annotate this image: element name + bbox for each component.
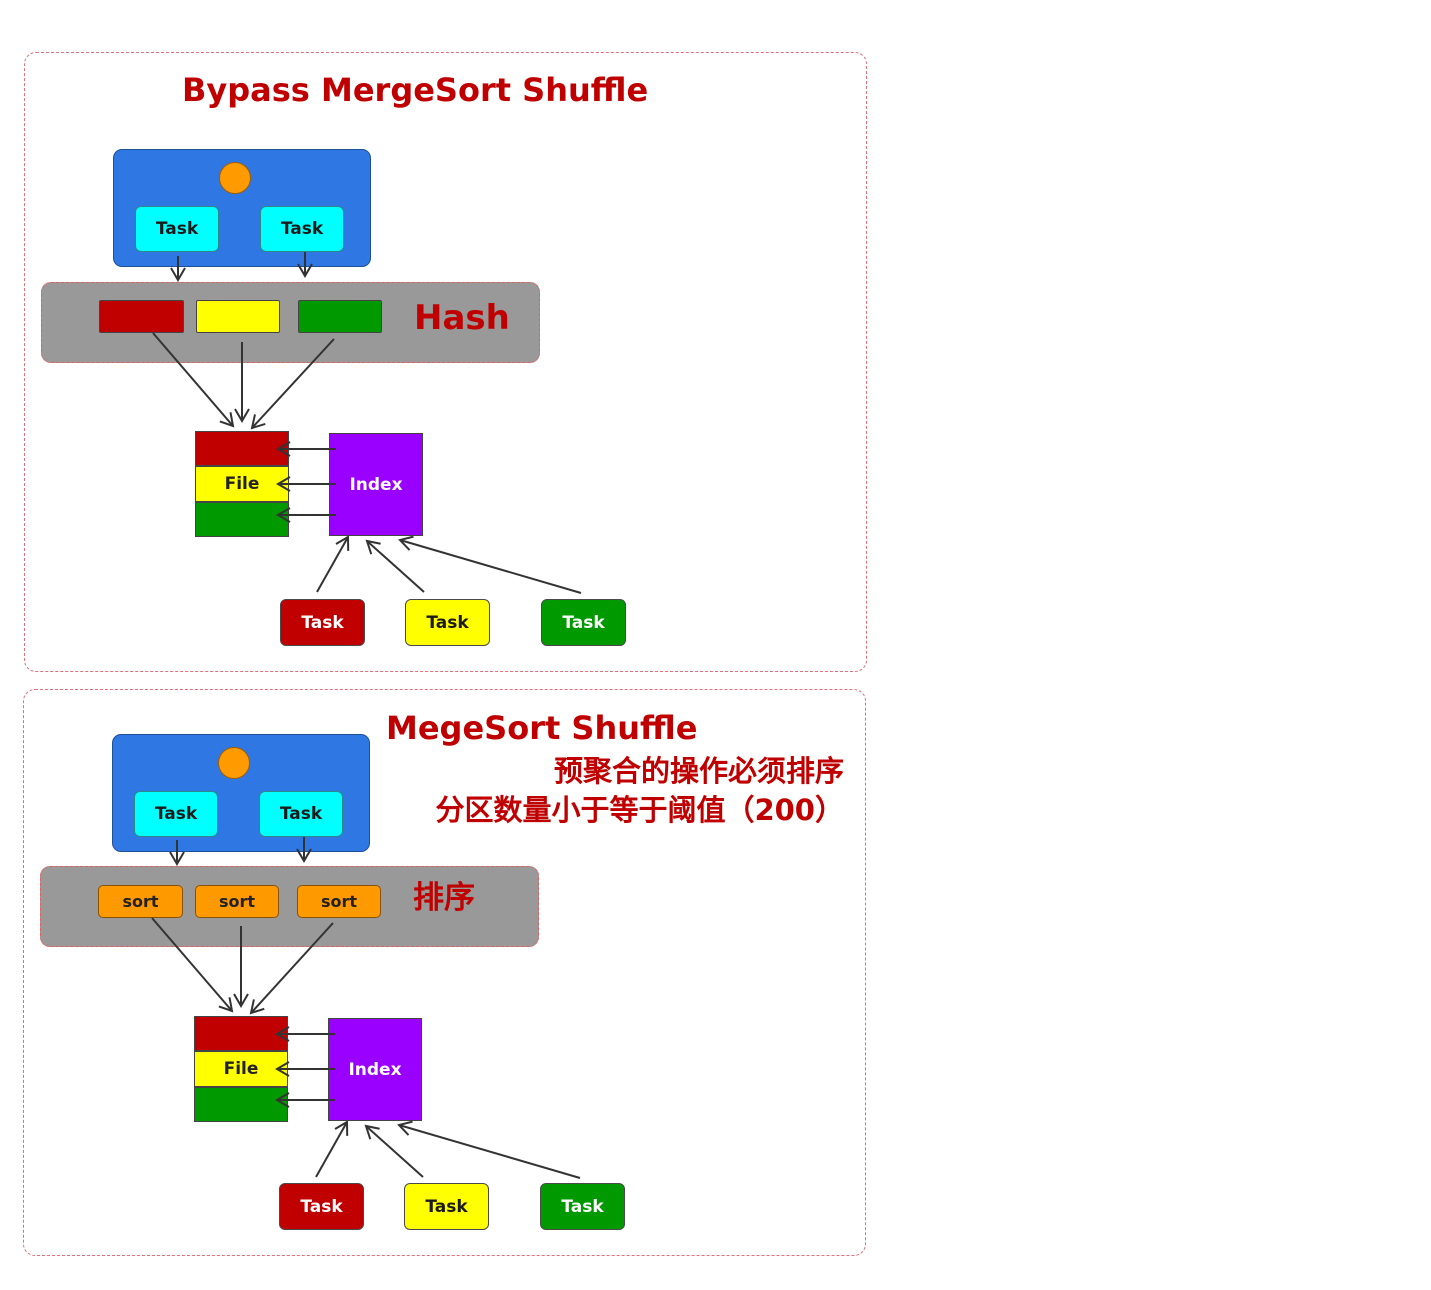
arrow — [365, 539, 425, 593]
arrow — [151, 917, 234, 1013]
arrow — [249, 922, 334, 1015]
arrow — [152, 332, 235, 428]
arrow — [398, 535, 582, 594]
arrow — [250, 338, 335, 430]
arrow — [364, 1124, 424, 1178]
arrow — [397, 1120, 581, 1179]
connector-arrows — [151, 252, 582, 1179]
arrow — [316, 535, 350, 593]
arrow — [315, 1120, 349, 1178]
